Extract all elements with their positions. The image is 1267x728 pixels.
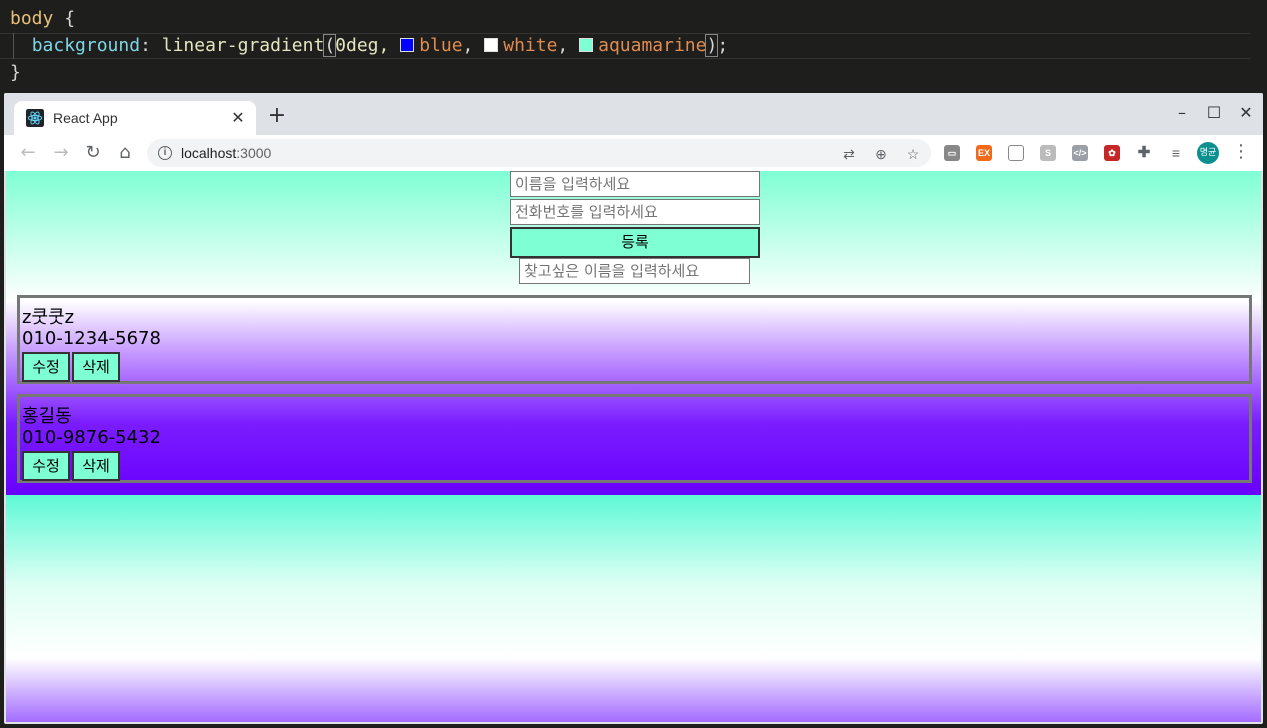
color-white: white <box>503 35 558 56</box>
new-tab-button[interactable]: + <box>266 105 288 127</box>
extensions-puzzle-icon[interactable]: ✚ <box>1136 145 1152 161</box>
color-swatch-aquamarine[interactable] <box>579 38 594 52</box>
media-control-icon[interactable]: ≡ <box>1168 145 1184 161</box>
extension-red-icon[interactable]: ✿ <box>1104 145 1120 161</box>
name-input[interactable] <box>510 171 760 197</box>
color-blue: blue <box>419 35 463 56</box>
tab-close-icon[interactable]: ✕ <box>228 108 248 128</box>
zoom-icon[interactable]: ⊕ <box>873 146 889 162</box>
forward-icon[interactable]: → <box>49 141 73 165</box>
semicolon: ; <box>717 35 729 56</box>
tab-title: React App <box>53 110 118 126</box>
sep2: , <box>557 35 580 56</box>
paren-open: ( <box>323 34 337 57</box>
reload-icon[interactable]: ↻ <box>81 141 105 165</box>
browser-window: React App ✕ + – ☐ ✕ ← → ↻ ⌂ i localhost:… <box>4 93 1263 724</box>
color-swatch-blue[interactable] <box>400 38 415 52</box>
translate-icon[interactable]: ⇄ <box>841 146 857 162</box>
open-brace: { <box>53 8 76 29</box>
profile-avatar[interactable]: 명균 <box>1197 142 1219 164</box>
delete-button[interactable]: 삭제 <box>72 352 120 382</box>
search-input[interactable] <box>519 258 750 284</box>
contact-phone: 010-9876-5432 <box>22 427 161 448</box>
edit-button[interactable]: 수정 <box>22 451 70 481</box>
info-icon[interactable]: i <box>158 146 172 160</box>
delete-button[interactable]: 삭제 <box>72 451 120 481</box>
contact-name: z쿳쿳z <box>22 307 75 328</box>
phone-input[interactable] <box>510 199 760 225</box>
minimize-icon[interactable]: – <box>1172 103 1192 122</box>
tab-react-app[interactable]: React App ✕ <box>14 101 256 135</box>
home-icon[interactable]: ⌂ <box>113 141 137 165</box>
code-line-1: body { <box>10 6 75 32</box>
maximize-icon[interactable]: ☐ <box>1204 103 1224 122</box>
code-editor: body { background: linear-gradient(0deg,… <box>0 0 1267 94</box>
css-selector: body <box>10 8 54 29</box>
react-icon <box>26 109 44 127</box>
extension-code-icon[interactable]: </> <box>1072 145 1088 161</box>
tab-strip: React App ✕ + – ☐ ✕ <box>4 93 1263 135</box>
app-container: 등록 z쿳쿳z 010-1234-5678 수정 삭제 홍길동 010-9876… <box>6 171 1261 495</box>
extension-s-icon[interactable]: S <box>1040 145 1056 161</box>
extension-window-icon[interactable] <box>1008 145 1024 161</box>
code-line-2: background: linear-gradient(0deg, blue, … <box>10 33 728 59</box>
url-port: :3000 <box>236 145 272 161</box>
paren-close: ) <box>705 34 719 57</box>
code-line-3: } <box>10 62 21 83</box>
submit-button[interactable]: 등록 <box>510 227 760 258</box>
address-bar[interactable]: i localhost:3000 ⇄ ⊕ ☆ <box>147 139 931 167</box>
color-swatch-white[interactable] <box>484 38 499 52</box>
extension-ex-icon[interactable]: EX <box>976 145 992 161</box>
url-host: localhost <box>181 145 237 161</box>
angle-arg: 0deg, <box>335 35 401 56</box>
css-function: linear-gradient <box>161 35 325 56</box>
bookmark-star-icon[interactable]: ☆ <box>905 146 921 162</box>
extension-screen-icon[interactable]: ▭ <box>944 145 960 161</box>
edit-button[interactable]: 수정 <box>22 352 70 382</box>
color-aquamarine: aquamarine <box>598 35 707 56</box>
contact-card: 홍길동 010-9876-5432 수정 삭제 <box>17 394 1252 483</box>
colon: : <box>140 35 162 56</box>
contact-name: 홍길동 <box>22 406 72 427</box>
contact-card: z쿳쿳z 010-1234-5678 수정 삭제 <box>17 295 1252 384</box>
close-window-icon[interactable]: ✕ <box>1236 103 1256 122</box>
back-icon[interactable]: ← <box>16 141 40 165</box>
contact-phone: 010-1234-5678 <box>22 328 161 349</box>
menu-dots-icon[interactable]: ⋮ <box>1232 141 1250 162</box>
sep1: , <box>462 35 485 56</box>
browser-toolbar: ← → ↻ ⌂ i localhost:3000 ⇄ ⊕ ☆ ▭ EX S </… <box>4 135 1263 171</box>
page-viewport: 등록 z쿳쿳z 010-1234-5678 수정 삭제 홍길동 010-9876… <box>6 171 1261 722</box>
css-property: background <box>31 35 141 56</box>
